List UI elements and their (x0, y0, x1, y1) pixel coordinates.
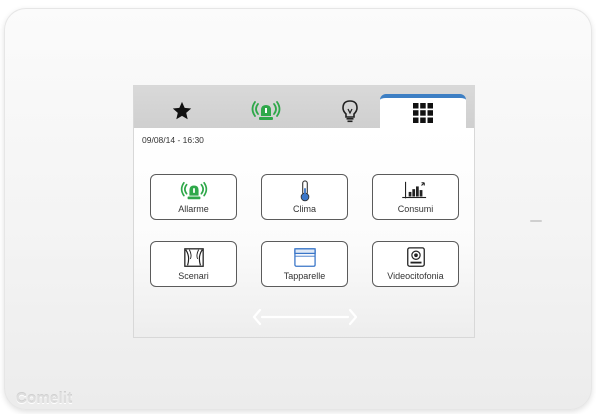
tile-videocitofonia[interactable]: Videocitofonia (372, 241, 459, 287)
tile-clima[interactable]: Clima (261, 174, 348, 220)
intercom-icon (406, 247, 426, 269)
tile-tapparelle[interactable]: Tapparelle (261, 241, 348, 287)
tile-label: Tapparelle (283, 271, 326, 281)
tab-menu[interactable] (380, 94, 466, 128)
tile-consumi[interactable]: Consumi (372, 174, 459, 220)
tile-label: Allarme (178, 204, 209, 214)
brand-logo: Comelit (16, 390, 73, 407)
tab-bar (134, 86, 474, 128)
tile-scenari[interactable]: Scenari (150, 241, 237, 287)
grid-icon (413, 103, 433, 123)
thermometer-icon (298, 180, 312, 202)
datetime-display: 09/08/14 - 16:30 (142, 135, 204, 145)
swipe-arrows-icon[interactable] (252, 306, 358, 333)
curtain-icon (183, 247, 205, 269)
lightbulb-icon (340, 99, 360, 123)
tile-allarme[interactable]: Allarme (150, 174, 237, 220)
star-icon (171, 100, 193, 122)
chart-icon (401, 180, 431, 202)
home-panel: 09/08/14 - 16:30 Allarme Clima Consumi S… (134, 128, 474, 337)
alarm-icon (177, 180, 211, 202)
status-led (530, 220, 542, 222)
tile-label: Videocitofonia (387, 271, 444, 281)
tile-label: Clima (292, 204, 316, 214)
shutter-icon (293, 247, 317, 269)
touch-screen: 09/08/14 - 16:30 Allarme Clima Consumi S… (133, 85, 475, 338)
tile-label: Scenari (178, 271, 209, 281)
tab-favorites[interactable] (140, 94, 224, 128)
tile-label: Consumi (397, 204, 434, 214)
tab-alarm[interactable] (224, 94, 308, 128)
alarm-icon (249, 99, 283, 123)
